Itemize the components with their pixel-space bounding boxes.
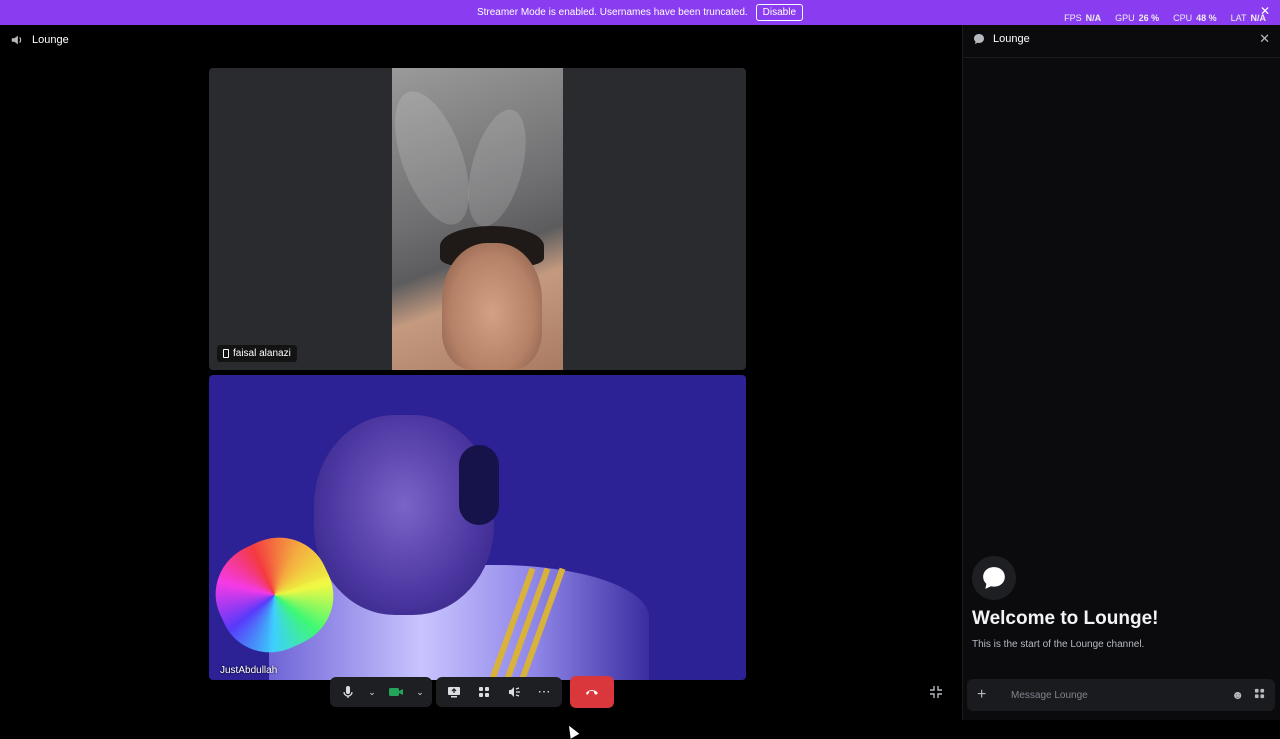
performance-stats: FPS N/A GPU 26 % CPU 48 % LAT N/A — [1064, 13, 1266, 23]
participant-name: faisal alanazi — [233, 348, 291, 359]
message-input[interactable] — [1011, 689, 1222, 701]
participant-tile-justabdullah[interactable]: JustAbdullah — [209, 375, 746, 680]
more-icon[interactable]: ⋯ — [530, 679, 558, 705]
welcome-title: Welcome to Lounge! — [972, 608, 1159, 629]
participant-name: JustAbdullah — [220, 665, 278, 676]
call-control-bar: ⌄ ⌄ ⋯ — [330, 676, 614, 708]
welcome-subtitle: This is the start of the Lounge channel. — [972, 639, 1145, 650]
chat-bubble-icon — [974, 34, 984, 44]
chat-channel-name: Lounge — [993, 33, 1030, 45]
streamer-mode-banner: Streamer Mode is enabled. Usernames have… — [0, 0, 1280, 25]
participant-name-tag: faisal alanazi — [217, 345, 297, 362]
microphone-icon[interactable] — [334, 679, 362, 705]
screen-share-icon[interactable] — [440, 679, 468, 705]
mic-camera-group: ⌄ ⌄ — [330, 677, 432, 707]
voice-channel-header: Lounge — [10, 33, 69, 47]
extra-actions-group: ⋯ — [436, 677, 562, 707]
speaker-icon — [11, 35, 22, 45]
voice-channel-name: Lounge — [32, 34, 69, 46]
close-overlay-icon[interactable]: ✕ — [1260, 4, 1270, 18]
video-feed — [379, 68, 563, 370]
fps-stat: FPS N/A — [1064, 13, 1102, 23]
soundboard-icon[interactable] — [500, 679, 528, 705]
text-chat-panel: Lounge ✕ Welcome to Lounge! This is the … — [962, 25, 1280, 720]
chat-header: Lounge — [973, 33, 1030, 45]
gpu-stat: GPU 26 % — [1115, 13, 1160, 23]
message-composer: + ☻ — [967, 679, 1275, 711]
apps-icon[interactable] — [1254, 688, 1265, 702]
phone-icon — [223, 349, 229, 358]
voice-call-area: Lounge faisal alanazi JustAbdullah ⌄ ⌄ ⋯ — [0, 25, 955, 739]
chat-bubble-icon — [972, 556, 1016, 600]
add-attachment-icon[interactable]: + — [977, 686, 997, 704]
participant-tile-faisal[interactable]: faisal alanazi — [209, 68, 746, 370]
activities-icon[interactable] — [470, 679, 498, 705]
disable-streamer-mode-button[interactable]: Disable — [755, 4, 804, 21]
chevron-down-icon[interactable]: ⌄ — [364, 679, 380, 705]
close-icon[interactable]: ✕ — [1259, 31, 1270, 47]
exit-fullscreen-icon[interactable] — [929, 685, 943, 699]
cpu-stat: CPU 48 % — [1173, 13, 1217, 23]
mouse-cursor — [564, 723, 580, 739]
header-divider — [963, 57, 1280, 58]
chevron-down-icon[interactable]: ⌄ — [412, 679, 428, 705]
emoji-icon[interactable]: ☻ — [1231, 688, 1244, 702]
streamer-mode-message: Streamer Mode is enabled. Usernames have… — [476, 7, 748, 18]
hang-up-icon — [586, 690, 598, 695]
hang-up-button[interactable] — [570, 676, 614, 708]
camera-icon[interactable] — [382, 679, 410, 705]
